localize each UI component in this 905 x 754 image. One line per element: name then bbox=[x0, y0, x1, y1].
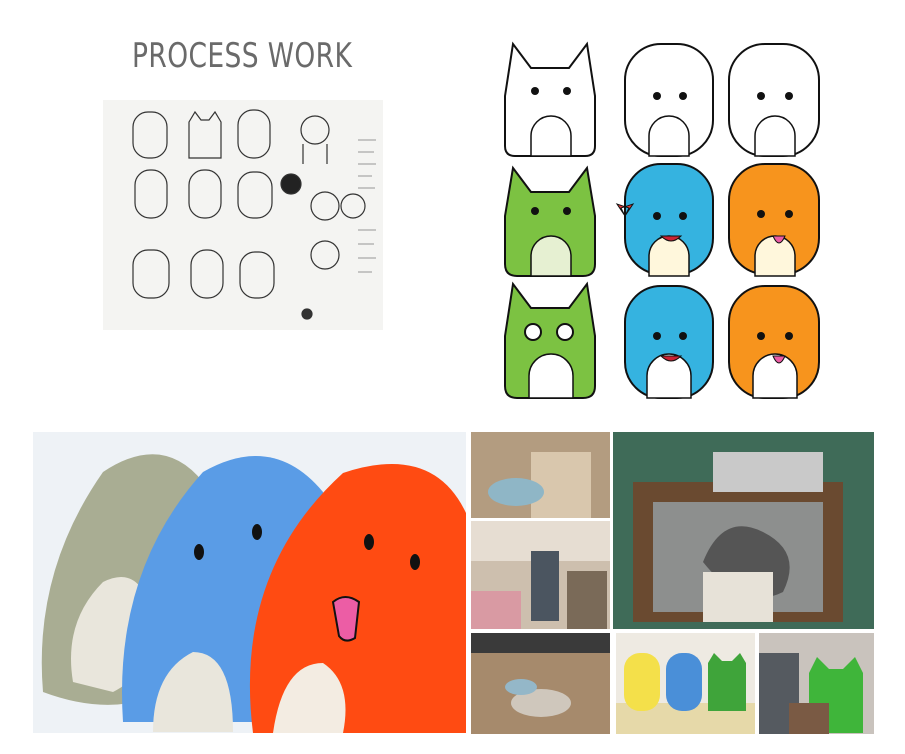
holding-figure-photo bbox=[759, 633, 874, 734]
figurines-photo bbox=[616, 633, 755, 734]
workshop-photo-3 bbox=[471, 633, 610, 734]
plush-toys-icon bbox=[33, 432, 466, 733]
workshop-photo-2 bbox=[471, 521, 610, 629]
page-title: PROCESS WORK bbox=[132, 36, 353, 76]
workshop-photo-1 bbox=[471, 432, 610, 518]
monster-grid-icon bbox=[504, 41, 820, 399]
sketch-sheet-image bbox=[103, 100, 383, 330]
character-design-grid bbox=[497, 36, 842, 416]
plush-toys-photo bbox=[33, 432, 466, 733]
sketch-sheet-icon bbox=[103, 100, 383, 330]
vacuum-form-photo bbox=[613, 432, 874, 629]
